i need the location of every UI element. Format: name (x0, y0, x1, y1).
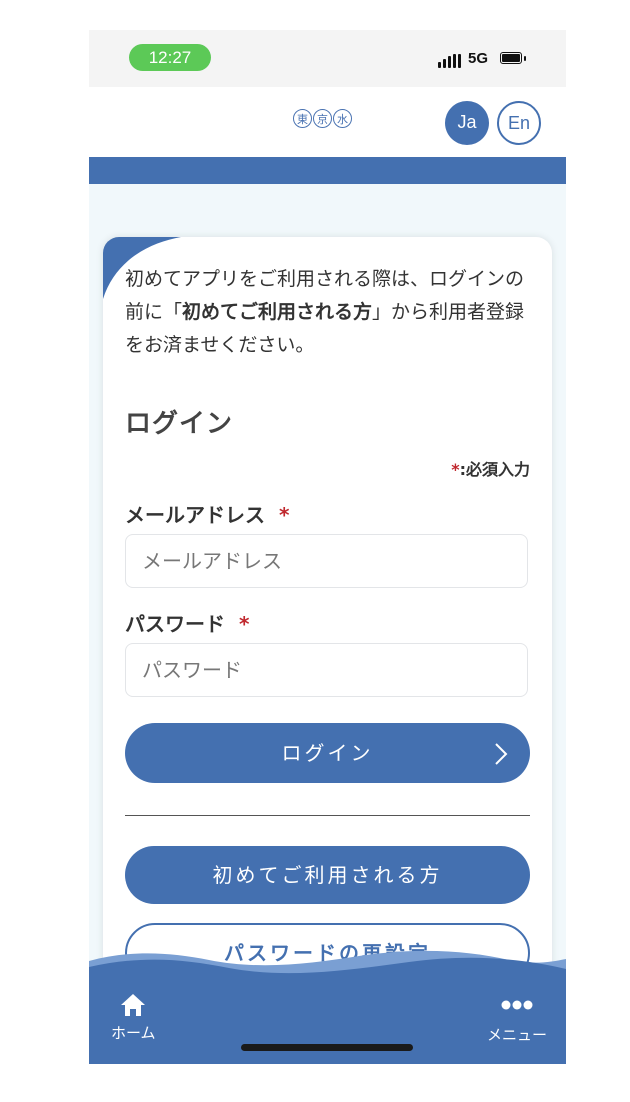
phone-screen: 12:27 5G 東 京 水 Ja En 初めてアプリをご利用される際は、ログイ… (89, 30, 566, 1064)
logo-char: 水 (333, 109, 352, 128)
logo-char: 東 (293, 109, 312, 128)
email-input[interactable] (125, 534, 528, 588)
nav-home[interactable]: ホーム (111, 992, 156, 1043)
first-time-user-button[interactable]: 初めてご利用される方 (125, 846, 530, 904)
signal-icon (438, 54, 462, 68)
nav-menu[interactable]: メニュー (487, 998, 547, 1045)
intro-text-bold: 初めてご利用される方 (182, 301, 373, 323)
required-star: * (451, 460, 460, 479)
app-logo: 東 京 水 (293, 109, 352, 128)
login-title: ログイン (125, 409, 234, 439)
network-type: 5G (468, 50, 489, 67)
battery-icon (500, 52, 522, 64)
intro-text: 初めてアプリをご利用される際は、ログインの前に「初めてご利用される方」から利用者… (125, 263, 535, 362)
status-bar: 12:27 5G (89, 30, 566, 87)
email-label-text: メールアドレス (125, 503, 265, 527)
email-label: メールアドレス * (125, 499, 289, 528)
password-label-text: パスワード (125, 612, 225, 636)
password-input[interactable] (125, 643, 528, 697)
more-horizontal-icon (501, 1000, 533, 1010)
login-button[interactable]: ログイン (125, 723, 530, 783)
header-band (89, 157, 566, 184)
home-icon (121, 994, 146, 1016)
password-label: パスワード * (125, 608, 249, 637)
home-indicator (241, 1044, 413, 1051)
login-button-label: ログイン (281, 741, 374, 765)
required-star: * (238, 612, 250, 636)
divider (125, 815, 530, 816)
required-star: * (278, 503, 290, 527)
nav-home-label: ホーム (111, 1024, 156, 1042)
login-card: 初めてアプリをご利用される際は、ログインの前に「初めてご利用される方」から利用者… (103, 237, 552, 1064)
chevron-right-icon (494, 723, 508, 783)
required-note: *:必須入力 (451, 456, 530, 480)
status-time: 12:27 (129, 44, 211, 71)
required-note-text: :必須入力 (459, 460, 530, 479)
logo-char: 京 (313, 109, 332, 128)
lang-ja-button[interactable]: Ja (445, 101, 489, 145)
app-header: 東 京 水 Ja En (89, 87, 566, 157)
lang-en-button[interactable]: En (497, 101, 541, 145)
nav-menu-label: メニュー (487, 1026, 548, 1044)
